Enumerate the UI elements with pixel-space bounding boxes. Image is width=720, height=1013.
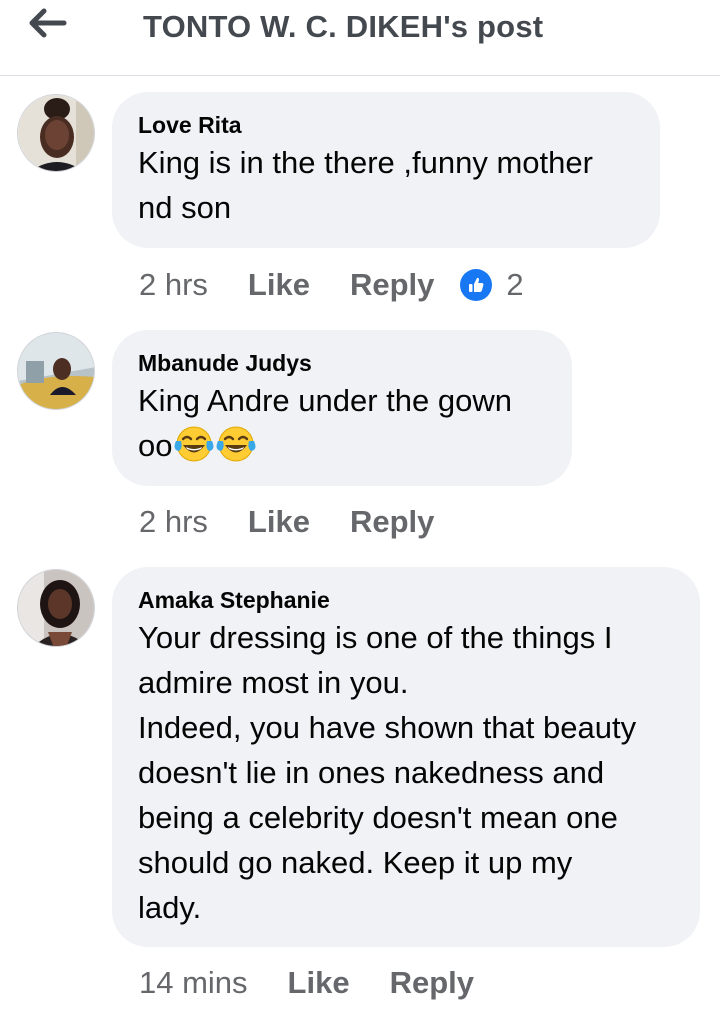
- comment-actions: 14 mins Like Reply: [139, 963, 514, 1003]
- comment-actions: 2 hrs Like Reply: [139, 502, 474, 542]
- reaction-summary[interactable]: 2: [460, 267, 524, 303]
- comment-bubble[interactable]: Amaka Stephanie Your dressing is one of …: [112, 567, 700, 947]
- like-button[interactable]: Like: [248, 504, 310, 540]
- thumbs-up-icon: [460, 269, 493, 301]
- reaction-count: 2: [506, 267, 524, 302]
- comment-actions: 2 hrs Like Reply 2: [139, 265, 524, 305]
- comment-text: King is in the there ,funny mother nd so…: [138, 145, 593, 225]
- avatar[interactable]: [17, 94, 95, 172]
- comment-author[interactable]: Amaka Stephanie: [138, 585, 674, 615]
- comment-time[interactable]: 2 hrs: [139, 267, 208, 303]
- comment-text: Your dressing is one of the things I adm…: [138, 620, 637, 925]
- avatar[interactable]: [17, 332, 95, 410]
- post-header: TONTO W. C. DIKEH's post: [0, 0, 720, 76]
- comment-bubble[interactable]: Love Rita King is in the there ,funny mo…: [112, 92, 660, 248]
- comment-text-line: King Andre under the gown: [138, 383, 512, 418]
- comment-bubble[interactable]: Mbanude Judys King Andre under the gown o…: [112, 330, 572, 486]
- comment-author[interactable]: Mbanude Judys: [138, 348, 546, 378]
- like-button[interactable]: Like: [248, 267, 310, 303]
- page-title: TONTO W. C. DIKEH's post: [143, 9, 544, 44]
- like-button[interactable]: Like: [288, 965, 350, 1001]
- back-arrow-icon[interactable]: [26, 6, 70, 40]
- comment-time[interactable]: 2 hrs: [139, 504, 208, 540]
- comment-time[interactable]: 14 mins: [139, 965, 248, 1001]
- reply-button[interactable]: Reply: [350, 504, 434, 540]
- reply-button[interactable]: Reply: [390, 965, 474, 1001]
- comment-text: King Andre under the gown oo: [138, 378, 546, 468]
- comment-text-line: oo: [138, 428, 173, 463]
- tears-of-joy-emoji-icon: [216, 424, 256, 464]
- avatar[interactable]: [17, 569, 95, 647]
- tears-of-joy-emoji-icon: [174, 424, 214, 464]
- reply-button[interactable]: Reply: [350, 267, 434, 303]
- comment-author[interactable]: Love Rita: [138, 110, 634, 140]
